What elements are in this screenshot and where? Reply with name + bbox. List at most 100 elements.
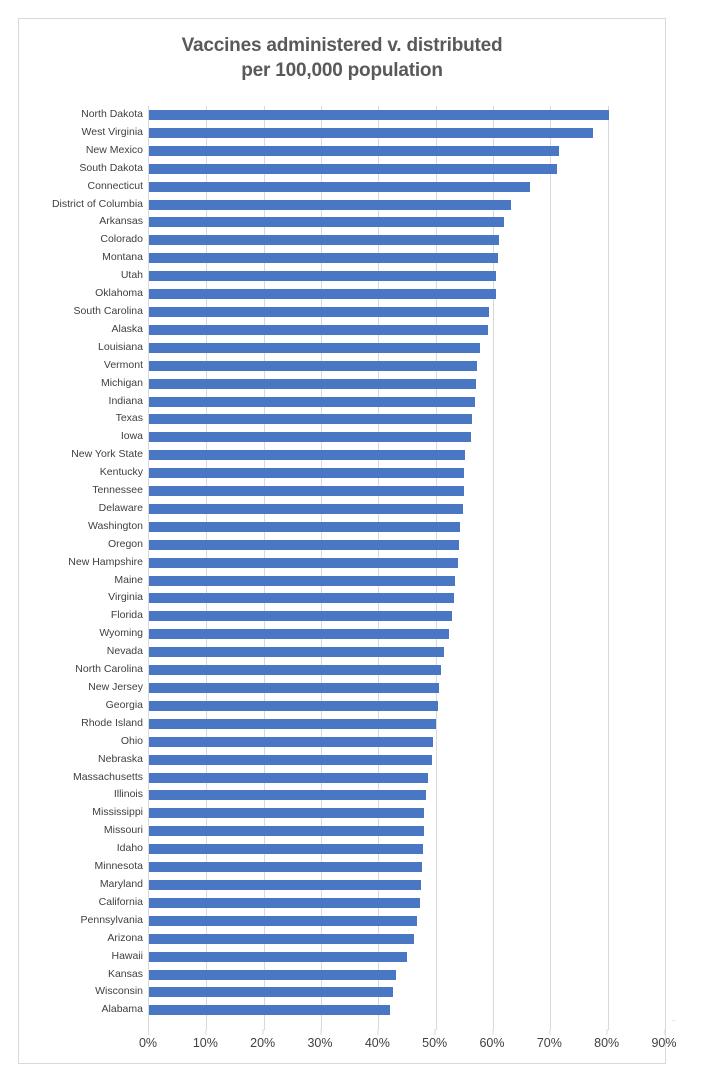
bar[interactable] <box>149 969 396 980</box>
bar-row[interactable]: Louisiana <box>98 339 665 357</box>
bar[interactable] <box>149 289 496 300</box>
bar[interactable] <box>149 253 498 264</box>
bar[interactable] <box>149 342 480 353</box>
bar-row[interactable]: Missouri <box>104 822 665 840</box>
bar-row[interactable]: Montana <box>102 249 665 267</box>
bar-row[interactable]: West Virginia <box>82 124 665 142</box>
bar[interactable] <box>149 862 422 873</box>
bar[interactable] <box>149 110 610 120</box>
bar-row[interactable]: Nebraska <box>98 751 665 769</box>
bar-row[interactable]: Pennsylvania <box>81 912 665 930</box>
bar-row[interactable]: South Carolina <box>74 303 665 321</box>
bar-row[interactable]: New Mexico <box>86 142 665 160</box>
bar[interactable] <box>149 521 460 532</box>
bar[interactable] <box>149 396 475 407</box>
bar-row[interactable]: Maine <box>114 572 665 590</box>
bar-row[interactable]: Wyoming <box>99 625 665 643</box>
bar-row[interactable]: Nevada <box>107 643 665 661</box>
bar[interactable] <box>149 951 407 962</box>
bar[interactable] <box>149 432 471 443</box>
bar-row[interactable]: Utah <box>121 267 665 285</box>
bar[interactable] <box>149 1005 391 1016</box>
bar-row[interactable]: Colorado <box>100 231 665 249</box>
bar-row[interactable]: Minnesota <box>95 858 665 876</box>
bar[interactable] <box>149 772 428 783</box>
bar[interactable] <box>149 324 489 335</box>
bar-row[interactable]: Oklahoma <box>95 285 665 303</box>
bar[interactable] <box>149 987 393 998</box>
bar-row[interactable]: Iowa <box>121 428 665 446</box>
bar[interactable] <box>149 217 505 228</box>
bar[interactable] <box>149 163 557 174</box>
bar-row[interactable]: Connecticut <box>88 178 665 196</box>
bar[interactable] <box>149 611 452 622</box>
bar[interactable] <box>149 844 424 855</box>
bar-row[interactable]: North Dakota <box>81 106 665 124</box>
bar[interactable] <box>149 718 436 729</box>
bar[interactable] <box>149 629 449 640</box>
bar-row[interactable]: Florida <box>111 607 665 625</box>
bar-row[interactable]: California <box>99 894 665 912</box>
bar[interactable] <box>149 306 489 317</box>
bar-row[interactable]: Mississippi <box>92 804 665 822</box>
bar-row[interactable]: Vermont <box>104 357 665 375</box>
bar[interactable] <box>149 808 425 819</box>
bar-row[interactable]: Alaska <box>111 321 665 339</box>
bar-row[interactable]: Delaware <box>99 500 665 518</box>
bar-row[interactable]: Michigan <box>101 375 665 393</box>
bar-row[interactable]: South Dakota <box>79 160 665 178</box>
bar[interactable] <box>149 897 421 908</box>
bar-row[interactable]: Maryland <box>100 876 665 894</box>
bar-row[interactable]: Kansas <box>108 966 665 984</box>
bar[interactable] <box>149 199 512 210</box>
bar[interactable] <box>149 683 440 693</box>
bar[interactable] <box>149 271 497 282</box>
bar-row[interactable]: Arizona <box>107 930 665 948</box>
bar-row[interactable]: New Jersey <box>88 679 665 697</box>
bar[interactable] <box>149 450 466 461</box>
bar-row[interactable]: New Hampshire <box>68 554 665 572</box>
bar[interactable] <box>149 879 421 890</box>
bar[interactable] <box>149 503 463 514</box>
bar[interactable] <box>149 486 464 497</box>
bar[interactable] <box>149 647 445 658</box>
bar[interactable] <box>149 790 427 801</box>
bar-row[interactable]: Kentucky <box>100 464 665 482</box>
bar-row[interactable]: Georgia <box>106 697 665 715</box>
bar[interactable] <box>149 665 441 676</box>
bar[interactable] <box>149 754 432 765</box>
bar[interactable] <box>149 593 454 604</box>
bar[interactable] <box>149 145 559 156</box>
bar-row[interactable]: Indiana <box>109 393 665 411</box>
bar-row[interactable]: Ohio <box>121 733 665 751</box>
bar[interactable] <box>149 826 424 837</box>
bar-row[interactable]: Illinois <box>114 786 665 804</box>
bar[interactable] <box>149 736 433 747</box>
bar[interactable] <box>149 235 499 246</box>
bar-row[interactable]: Texas <box>116 410 665 428</box>
bar[interactable] <box>149 557 459 568</box>
bar-row[interactable]: Alabama <box>102 1001 665 1019</box>
bar-row[interactable]: Rhode Island <box>81 715 665 733</box>
bar-row[interactable]: New York State <box>71 446 665 464</box>
bar[interactable] <box>149 575 455 586</box>
bar-row[interactable]: Tennessee <box>92 482 665 500</box>
bar[interactable] <box>149 539 459 550</box>
bar[interactable] <box>149 378 476 389</box>
bar-row[interactable]: Oregon <box>108 536 665 554</box>
bar[interactable] <box>149 360 477 371</box>
bar-row[interactable]: Arkansas <box>99 213 665 231</box>
bar-row[interactable]: Massachusetts <box>73 769 665 787</box>
bar[interactable] <box>149 414 472 425</box>
bar-row[interactable]: Hawaii <box>111 948 665 966</box>
bar[interactable] <box>149 181 530 192</box>
bar[interactable] <box>149 915 418 926</box>
bar-row[interactable]: District of Columbia <box>52 196 665 214</box>
bar[interactable] <box>149 468 465 479</box>
bar[interactable] <box>149 127 594 138</box>
bar-row[interactable]: Virginia <box>108 589 665 607</box>
bar-row[interactable]: Washington <box>88 518 665 536</box>
bar-row[interactable]: Idaho <box>117 840 665 858</box>
bar-row[interactable]: Wisconsin <box>95 983 665 1001</box>
bar[interactable] <box>149 933 415 944</box>
